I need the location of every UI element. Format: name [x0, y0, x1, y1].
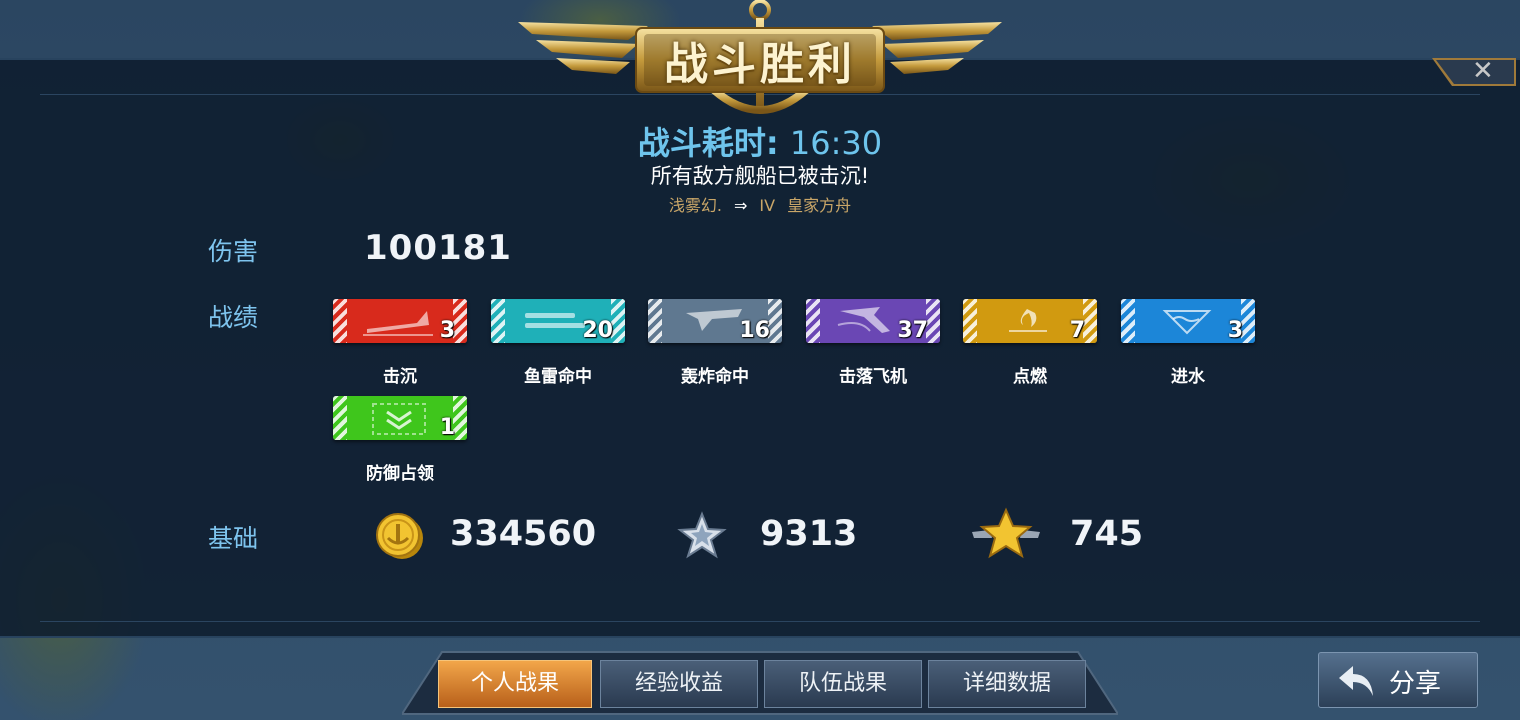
medal-plane-down-count: 37 — [897, 318, 928, 343]
medal-sink-count: 3 — [439, 318, 455, 343]
xp-value: 9313 — [760, 514, 858, 554]
medal-bomb[interactable]: 16 — [648, 299, 782, 343]
medal-flooding-count: 3 — [1227, 318, 1243, 343]
arrow-icon: ⇒ — [734, 196, 748, 215]
credits-value: 334560 — [450, 514, 597, 554]
medal-defend-capture-count: 1 — [439, 415, 455, 440]
battle-time: 战斗耗时: 16:30 — [560, 118, 960, 164]
battle-time-label: 战斗耗时: — [637, 124, 790, 162]
defend-capture-icon — [372, 403, 426, 435]
battle-time-value: 16:30 — [789, 124, 883, 162]
share-button[interactable]: 分享 — [1318, 652, 1478, 708]
medal-torpedo-label: 鱼雷命中 — [524, 367, 592, 387]
fire-icon — [1009, 309, 1047, 332]
medal-bomb-label: 轰炸命中 — [681, 367, 749, 387]
achievements-label: 战绩 — [208, 303, 259, 332]
gold-star-icon — [972, 507, 1040, 559]
tab-detailed-data[interactable]: 详细数据 — [928, 660, 1086, 708]
flooding-icon — [1162, 310, 1212, 335]
damage-value: 100181 — [364, 228, 512, 268]
ship-right-name: 皇家方舟 — [787, 196, 852, 215]
base-label: 基础 — [208, 524, 259, 553]
ship-left-name: 浅雾幻. — [668, 196, 722, 215]
close-icon: ✕ — [1472, 56, 1494, 86]
close-button[interactable]: ✕ — [1432, 56, 1516, 86]
anchor-coin-icon — [376, 513, 423, 559]
medal-sink[interactable]: 3 — [333, 299, 467, 343]
ship-info: 浅雾幻. ⇒ IV 皇家方舟 — [560, 192, 960, 216]
damage-label: 伤害 — [208, 237, 259, 266]
ship-tier: IV — [759, 196, 776, 215]
tab-team-results[interactable]: 队伍战果 — [764, 660, 922, 708]
captain-xp-value: 745 — [1070, 514, 1144, 554]
medal-fire[interactable]: 7 — [963, 299, 1097, 343]
divider-bottom — [40, 621, 1480, 622]
silver-star-icon — [677, 511, 727, 559]
battle-result-text: 所有敌方舰船已被击沉! — [650, 164, 870, 188]
share-arrow-icon — [1339, 666, 1373, 696]
medal-plane-down[interactable]: 37 — [806, 299, 940, 343]
result-tabs: 个人战果 经验收益 队伍战果 详细数据 — [402, 648, 1118, 716]
tab-personal-results[interactable]: 个人战果 — [438, 660, 592, 708]
medal-fire-label: 点燃 — [1013, 367, 1047, 387]
tab-experience-gains[interactable]: 经验收益 — [600, 660, 758, 708]
medal-flooding-label: 进水 — [1171, 367, 1205, 387]
medal-plane-down-label: 击落飞机 — [839, 367, 907, 387]
medal-fire-count: 7 — [1069, 318, 1085, 343]
victory-title: 战斗胜利 — [664, 39, 856, 90]
medal-sink-label: 击沉 — [383, 367, 417, 387]
medal-defend-capture[interactable]: 1 — [333, 396, 467, 440]
medal-bomb-count: 16 — [739, 318, 770, 343]
medal-torpedo[interactable]: 20 — [491, 299, 625, 343]
victory-banner: 战斗胜利 — [518, 0, 1002, 120]
medal-torpedo-count: 20 — [582, 318, 613, 343]
ship-sink-icon — [363, 311, 433, 336]
medal-defend-capture-label: 防御占领 — [366, 464, 434, 484]
medal-flooding[interactable]: 3 — [1121, 299, 1255, 343]
share-label: 分享 — [1389, 669, 1442, 699]
